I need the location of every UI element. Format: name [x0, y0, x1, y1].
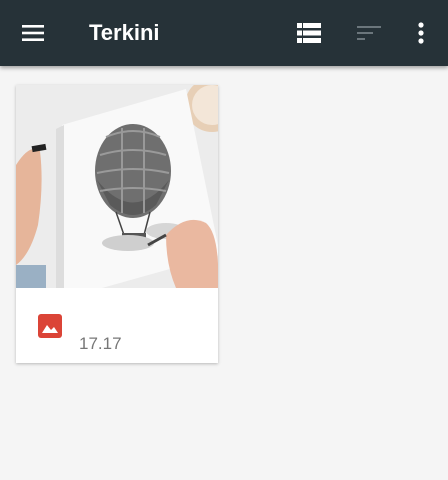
view-list-icon: [297, 23, 321, 43]
more-vert-icon: [418, 22, 424, 44]
media-card[interactable]: 17.17: [16, 85, 218, 363]
card-meta: 17.17: [16, 288, 218, 363]
menu-icon: [22, 25, 44, 41]
app-bar: Terkini: [0, 0, 448, 66]
menu-button[interactable]: [9, 9, 57, 57]
timestamp: 17.17: [79, 334, 122, 353]
content-area: 17.17: [0, 66, 448, 480]
image-icon: [38, 314, 62, 338]
thumbnail-image: [16, 85, 218, 288]
page-title: Terkini: [89, 20, 160, 45]
sort-button[interactable]: [345, 9, 393, 57]
view-list-button[interactable]: [285, 9, 333, 57]
hot-air-balloon-sketch-image: [16, 85, 218, 288]
sort-icon: [357, 26, 381, 40]
more-options-button[interactable]: [397, 9, 445, 57]
